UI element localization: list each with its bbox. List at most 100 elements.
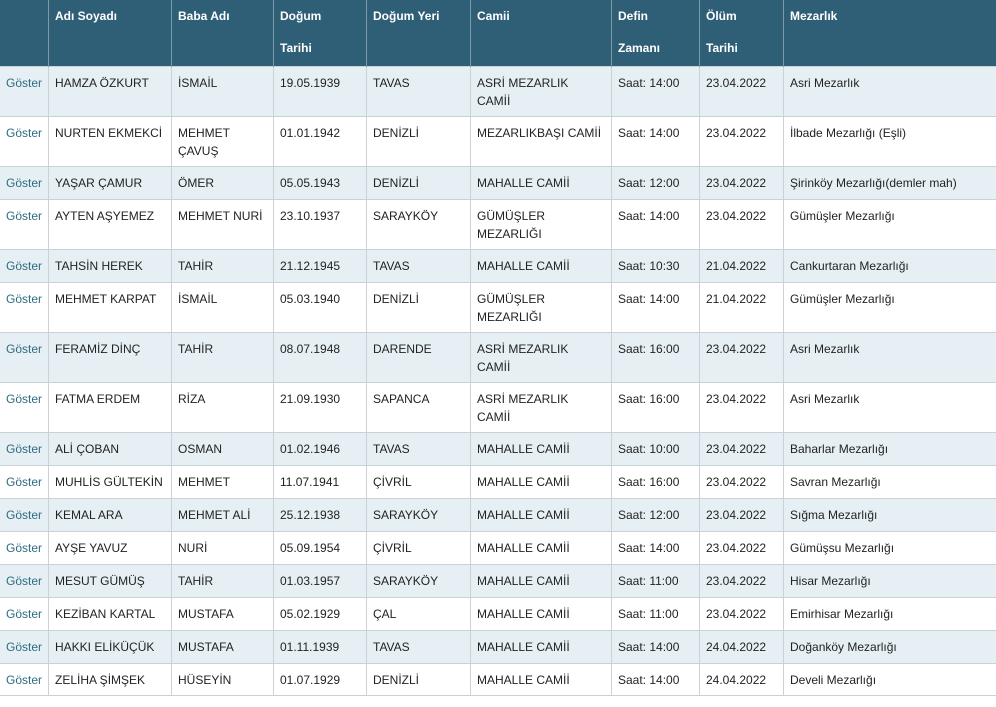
show-link[interactable]: Göster [0, 65, 49, 117]
burial-time: Saat: 14:00 [611, 65, 700, 117]
table-row: Göster FATMA ERDEM RİZA 21.09.1930 SAPANCA AS… [0, 381, 996, 433]
birth-place: TAVAS [366, 65, 471, 117]
show-link[interactable]: Göster [0, 198, 49, 250]
death-date: 23.04.2022 [699, 563, 784, 598]
death-date: 23.04.2022 [699, 497, 784, 532]
header-cemetery: Mezarlık [783, 0, 996, 66]
burial-time: Saat: 12:00 [611, 165, 700, 200]
show-link[interactable]: Göster [0, 497, 49, 532]
deceased-name: FERAMİZ DİNÇ [48, 331, 172, 383]
table-row: Göster YAŞAR ÇAMUR ÖMER 05.05.1943 DENİZLİ MA… [0, 165, 996, 200]
header-name: Adı Soyadı [48, 0, 172, 66]
table-row: Göster KEMAL ARA MEHMET ALİ 25.12.1938 SARAY… [0, 497, 996, 532]
deceased-name: AYŞE YAVUZ [48, 530, 172, 565]
birth-place: ÇAL [366, 596, 471, 631]
table-row: Göster MEHMET KARPAT İSMAİL 05.03.1940 DENİZ… [0, 281, 996, 333]
show-link[interactable]: Göster [0, 431, 49, 466]
header-mosque: Camii [470, 0, 612, 66]
show-link[interactable]: Göster [0, 662, 49, 696]
header-death-date: Ölüm Tarihi [699, 0, 784, 66]
show-link[interactable]: Göster [0, 596, 49, 631]
table-row: Göster MESUT GÜMÜŞ TAHİR 01.03.1957 SARAYKÖY… [0, 563, 996, 598]
burial-time: Saat: 16:00 [611, 331, 700, 383]
birth-date: 05.03.1940 [273, 281, 367, 333]
birth-date: 01.01.1942 [273, 115, 367, 167]
show-link[interactable]: Göster [0, 248, 49, 283]
birth-date: 08.07.1948 [273, 331, 367, 383]
death-date: 21.04.2022 [699, 281, 784, 333]
father-name: MUSTAFA [171, 596, 274, 631]
header-death-date-line: Tarihi [706, 41, 738, 55]
birth-place: DENİZLİ [366, 281, 471, 333]
birth-date: 19.05.1939 [273, 65, 367, 117]
death-date: 23.04.2022 [699, 331, 784, 383]
father-name: İSMAİL [171, 65, 274, 117]
header-birth-date-line: Tarihi [280, 41, 312, 55]
mosque-name: MAHALLE CAMİİ [470, 248, 612, 283]
father-name: HÜSEYİN [171, 662, 274, 696]
header-cemetery-line: Mezarlık [790, 9, 838, 23]
birth-date: 25.12.1938 [273, 497, 367, 532]
mosque-name: MAHALLE CAMİİ [470, 165, 612, 200]
father-name: ÖMER [171, 165, 274, 200]
cemetery-name: Gümüşler Mezarlığı [783, 281, 996, 333]
deceased-name: AYTEN AŞYEMEZ [48, 198, 172, 250]
table-row: Göster FERAMİZ DİNÇ TAHİR 08.07.1948 DARENDE… [0, 331, 996, 383]
birth-place: SARAYKÖY [366, 198, 471, 250]
burial-time: Saat: 10:00 [611, 431, 700, 466]
burial-time: Saat: 14:00 [611, 629, 700, 664]
birth-place: SAPANCA [366, 381, 471, 433]
show-link[interactable]: Göster [0, 530, 49, 565]
header-burial-time: Defin Zamanı [611, 0, 700, 66]
death-date: 23.04.2022 [699, 530, 784, 565]
deceased-name: NURTEN EKMEKCİ [48, 115, 172, 167]
table-row: Göster HAMZA ÖZKURT İSMAİL 19.05.1939 TAVAS A… [0, 65, 996, 117]
birth-date: 21.12.1945 [273, 248, 367, 283]
birth-place: TAVAS [366, 431, 471, 466]
father-name: RİZA [171, 381, 274, 433]
cemetery-name: İlbade Mezarlığı (Eşli) [783, 115, 996, 167]
birth-place: ÇİVRİL [366, 530, 471, 565]
cemetery-name: Sığma Mezarlığı [783, 497, 996, 532]
show-link[interactable]: Göster [0, 381, 49, 433]
header-mosque-line: Camii [477, 9, 510, 23]
birth-date: 21.09.1930 [273, 381, 367, 433]
table-row: Göster AYŞE YAVUZ NURİ 05.09.1954 ÇİVRİL MAHA… [0, 530, 996, 565]
deceased-name: ALİ ÇOBAN [48, 431, 172, 466]
deceased-name: ZELİHA ŞİMŞEK [48, 662, 172, 696]
mosque-name: ASRİ MEZARLIK CAMİİ [470, 331, 612, 383]
cemetery-name: Asri Mezarlık [783, 381, 996, 433]
death-date: 23.04.2022 [699, 431, 784, 466]
show-link[interactable]: Göster [0, 464, 49, 499]
show-link[interactable]: Göster [0, 629, 49, 664]
mosque-name: ASRİ MEZARLIK CAMİİ [470, 381, 612, 433]
burial-time: Saat: 16:00 [611, 464, 700, 499]
table-row: Göster KEZİBAN KARTAL MUSTAFA 05.02.1929 ÇAL… [0, 596, 996, 631]
birth-date: 05.02.1929 [273, 596, 367, 631]
header-death-date-line: Ölüm [706, 9, 737, 23]
show-link[interactable]: Göster [0, 281, 49, 333]
header-burial-time-line: Zamanı [618, 41, 661, 55]
mosque-name: MAHALLE CAMİİ [470, 530, 612, 565]
death-date: 23.04.2022 [699, 596, 784, 631]
birth-place: DENİZLİ [366, 115, 471, 167]
funeral-notices-table: Adı Soyadı Baba Adı Doğum Tarihi Doğum Yeri C… [0, 0, 996, 696]
burial-time: Saat: 14:00 [611, 198, 700, 250]
death-date: 23.04.2022 [699, 115, 784, 167]
show-link[interactable]: Göster [0, 563, 49, 598]
mosque-name: MAHALLE CAMİİ [470, 497, 612, 532]
header-birth-place: Doğum Yeri [366, 0, 471, 66]
header-name-line: Adı Soyadı [55, 9, 118, 23]
deceased-name: KEMAL ARA [48, 497, 172, 532]
show-link[interactable]: Göster [0, 115, 49, 167]
cemetery-name: Gümüşler Mezarlığı [783, 198, 996, 250]
birth-place: TAVAS [366, 629, 471, 664]
cemetery-name: Gümüşsu Mezarlığı [783, 530, 996, 565]
show-link[interactable]: Göster [0, 331, 49, 383]
cemetery-name: Hisar Mezarlığı [783, 563, 996, 598]
show-link[interactable]: Göster [0, 165, 49, 200]
header-father-name-line: Baba Adı [178, 9, 230, 23]
birth-place: DARENDE [366, 331, 471, 383]
burial-time: Saat: 16:00 [611, 381, 700, 433]
birth-date: 01.03.1957 [273, 563, 367, 598]
